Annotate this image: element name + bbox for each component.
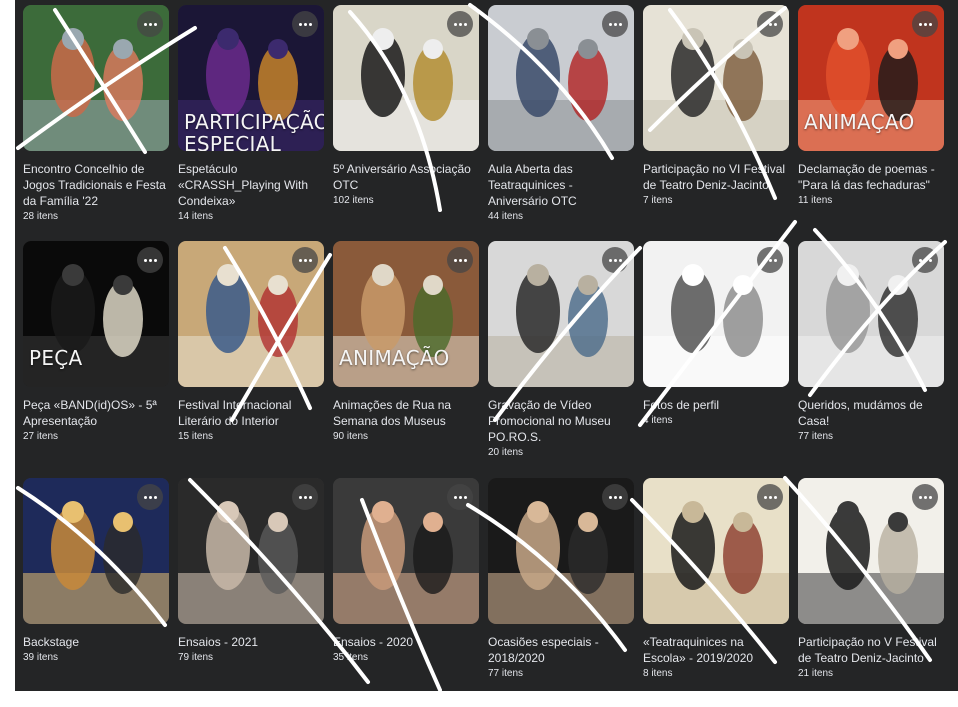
more-horizontal-icon[interactable] xyxy=(292,484,318,510)
album-card[interactable]: Ensaios - 2021 79 itens xyxy=(178,478,324,665)
album-item-count: 79 itens xyxy=(178,652,214,663)
album-title[interactable]: Participação no VI Festival de Teatro De… xyxy=(643,161,789,193)
album-cover[interactable]: ANIMAÇAO xyxy=(798,5,944,151)
album-title[interactable]: Festival Internacional Literário do Inte… xyxy=(178,397,324,429)
album-item-count: 7 itens xyxy=(643,195,673,206)
album-item-count: 35 itens xyxy=(333,652,369,663)
album-title[interactable]: Animações de Rua na Semana dos Museus xyxy=(333,397,479,429)
album-card[interactable]: Gravação de Vídeo Promocional no Museu P… xyxy=(488,241,634,460)
more-horizontal-icon[interactable] xyxy=(912,247,938,273)
album-card[interactable]: ANIMAÇÃO Animações de Rua na Semana dos M… xyxy=(333,241,479,444)
more-horizontal-icon[interactable] xyxy=(447,484,473,510)
album-item-count: 77 itens xyxy=(488,668,524,679)
album-item-count: 14 itens xyxy=(178,211,214,222)
album-item-count: 39 itens xyxy=(23,652,59,663)
album-card[interactable]: Participação no VI Festival de Teatro De… xyxy=(643,5,789,208)
more-horizontal-icon[interactable] xyxy=(602,11,628,37)
more-horizontal-icon[interactable] xyxy=(757,484,783,510)
more-horizontal-icon[interactable] xyxy=(757,247,783,273)
album-card[interactable]: Participação no V Festival de Teatro Den… xyxy=(798,478,944,681)
album-card[interactable]: Fotos de perfil 4 itens xyxy=(643,241,789,428)
album-card[interactable]: PARTICIPAÇÃO ESPECIAL Espetáculo «CRASSH_… xyxy=(178,5,324,224)
album-title[interactable]: Espetáculo «CRASSH_Playing With Condeixa… xyxy=(178,161,324,209)
album-card[interactable]: Encontro Concelhio de Jogos Tradicionais… xyxy=(23,5,169,224)
album-cover[interactable] xyxy=(488,5,634,151)
more-horizontal-icon[interactable] xyxy=(602,247,628,273)
album-cover[interactable] xyxy=(643,478,789,624)
album-cover[interactable]: PEÇA xyxy=(23,241,169,387)
album-title[interactable]: Backstage xyxy=(23,634,169,650)
album-cover-caption: ANIMAÇAO xyxy=(804,110,915,134)
more-horizontal-icon[interactable] xyxy=(912,484,938,510)
album-card[interactable]: ANIMAÇAO Declamação de poemas - "Para lá … xyxy=(798,5,944,208)
album-cover[interactable] xyxy=(178,241,324,387)
album-title[interactable]: Declamação de poemas - "Para lá das fech… xyxy=(798,161,944,193)
album-item-count: 90 itens xyxy=(333,431,369,442)
more-horizontal-icon[interactable] xyxy=(757,11,783,37)
album-cover[interactable] xyxy=(643,241,789,387)
album-title[interactable]: Queridos, mudámos de Casa! xyxy=(798,397,944,429)
album-item-count: 21 itens xyxy=(798,668,834,679)
album-title[interactable]: «Teatraquinices na Escola» - 2019/2020 xyxy=(643,634,789,666)
more-horizontal-icon[interactable] xyxy=(292,247,318,273)
album-cover[interactable] xyxy=(488,478,634,624)
album-cover[interactable] xyxy=(23,478,169,624)
album-card[interactable]: Ocasiões especiais - 2018/2020 77 itens xyxy=(488,478,634,681)
more-horizontal-icon[interactable] xyxy=(447,11,473,37)
album-title[interactable]: Ocasiões especiais - 2018/2020 xyxy=(488,634,634,666)
album-cover[interactable] xyxy=(178,478,324,624)
more-horizontal-icon[interactable] xyxy=(447,247,473,273)
album-title[interactable]: Ensaios - 2021 xyxy=(178,634,324,650)
album-card[interactable]: 5º Aniversário Associação OTC 102 itens xyxy=(333,5,479,208)
album-grid: Encontro Concelhio de Jogos Tradicionais… xyxy=(15,0,958,691)
more-horizontal-icon[interactable] xyxy=(137,484,163,510)
album-item-count: 102 itens xyxy=(333,195,374,206)
album-card[interactable]: Backstage 39 itens xyxy=(23,478,169,665)
album-cover[interactable]: PARTICIPAÇÃO ESPECIAL xyxy=(178,5,324,151)
album-cover[interactable] xyxy=(798,478,944,624)
more-horizontal-icon[interactable] xyxy=(137,247,163,273)
album-item-count: 11 itens xyxy=(798,195,833,206)
album-item-count: 8 itens xyxy=(643,668,673,679)
album-cover[interactable] xyxy=(798,241,944,387)
album-cover-caption: ANIMAÇÃO xyxy=(339,346,450,370)
album-cover[interactable] xyxy=(643,5,789,151)
more-horizontal-icon[interactable] xyxy=(602,484,628,510)
more-horizontal-icon[interactable] xyxy=(292,11,318,37)
album-title[interactable]: Participação no V Festival de Teatro Den… xyxy=(798,634,944,666)
album-title[interactable]: Encontro Concelhio de Jogos Tradicionais… xyxy=(23,161,169,209)
album-cover-caption: PEÇA xyxy=(29,346,83,370)
album-cover[interactable] xyxy=(333,5,479,151)
album-card[interactable]: Aula Aberta das Teatraquinices - Anivers… xyxy=(488,5,634,224)
album-item-count: 27 itens xyxy=(23,431,59,442)
album-title[interactable]: Fotos de perfil xyxy=(643,397,789,413)
album-item-count: 44 itens xyxy=(488,211,524,222)
album-title[interactable]: Gravação de Vídeo Promocional no Museu P… xyxy=(488,397,634,445)
album-cover[interactable] xyxy=(333,478,479,624)
album-item-count: 20 itens xyxy=(488,447,524,458)
album-card[interactable]: Queridos, mudámos de Casa! 77 itens xyxy=(798,241,944,444)
more-horizontal-icon[interactable] xyxy=(137,11,163,37)
album-item-count: 4 itens xyxy=(643,415,673,426)
album-title[interactable]: Ensaios - 2020 xyxy=(333,634,479,650)
album-cover[interactable]: ANIMAÇÃO xyxy=(333,241,479,387)
album-title[interactable]: 5º Aniversário Associação OTC xyxy=(333,161,479,193)
album-title[interactable]: Peça «BAND(id)OS» - 5ª Apresentação xyxy=(23,397,169,429)
album-item-count: 15 itens xyxy=(178,431,214,442)
album-card[interactable]: PEÇA Peça «BAND(id)OS» - 5ª Apresentação 2… xyxy=(23,241,169,444)
album-title[interactable]: Aula Aberta das Teatraquinices - Anivers… xyxy=(488,161,634,209)
album-card[interactable]: «Teatraquinices na Escola» - 2019/2020 8 … xyxy=(643,478,789,681)
album-card[interactable]: Ensaios - 2020 35 itens xyxy=(333,478,479,665)
more-horizontal-icon[interactable] xyxy=(912,11,938,37)
album-cover[interactable] xyxy=(23,5,169,151)
album-item-count: 28 itens xyxy=(23,211,59,222)
album-cover-caption: PARTICIPAÇÃO ESPECIAL xyxy=(184,110,324,151)
album-card[interactable]: Festival Internacional Literário do Inte… xyxy=(178,241,324,444)
album-cover[interactable] xyxy=(488,241,634,387)
album-item-count: 77 itens xyxy=(798,431,834,442)
